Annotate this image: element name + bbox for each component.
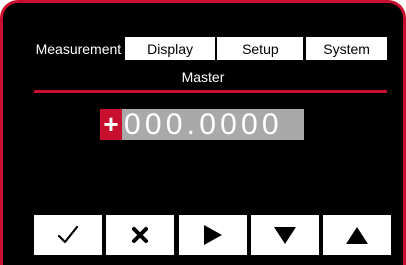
screen-subtitle: Master	[181, 69, 225, 85]
device-screen: Measurement Display Setup System Master …	[0, 0, 406, 265]
cross-icon	[132, 227, 149, 243]
play-icon	[203, 225, 222, 245]
tab-measurement[interactable]: Measurement	[34, 37, 123, 60]
next-button[interactable]	[178, 215, 247, 255]
cancel-button[interactable]	[106, 215, 175, 255]
triangle-down-icon	[273, 226, 296, 244]
divider	[34, 90, 387, 93]
tab-system[interactable]: System	[306, 37, 387, 60]
up-button[interactable]	[323, 215, 391, 255]
tab-setup[interactable]: Setup	[217, 37, 304, 60]
value-digits[interactable]: 000.0000	[122, 109, 304, 140]
check-icon	[58, 226, 78, 244]
tab-display[interactable]: Display	[124, 37, 216, 60]
value-editor[interactable]: + 000.0000	[100, 109, 304, 140]
softkey-bar	[34, 215, 391, 255]
tab-bar: Measurement Display Setup System	[34, 37, 387, 60]
triangle-up-icon	[346, 226, 368, 244]
sign-toggle[interactable]: +	[100, 109, 122, 140]
down-button[interactable]	[250, 215, 319, 255]
confirm-button[interactable]	[34, 215, 102, 255]
